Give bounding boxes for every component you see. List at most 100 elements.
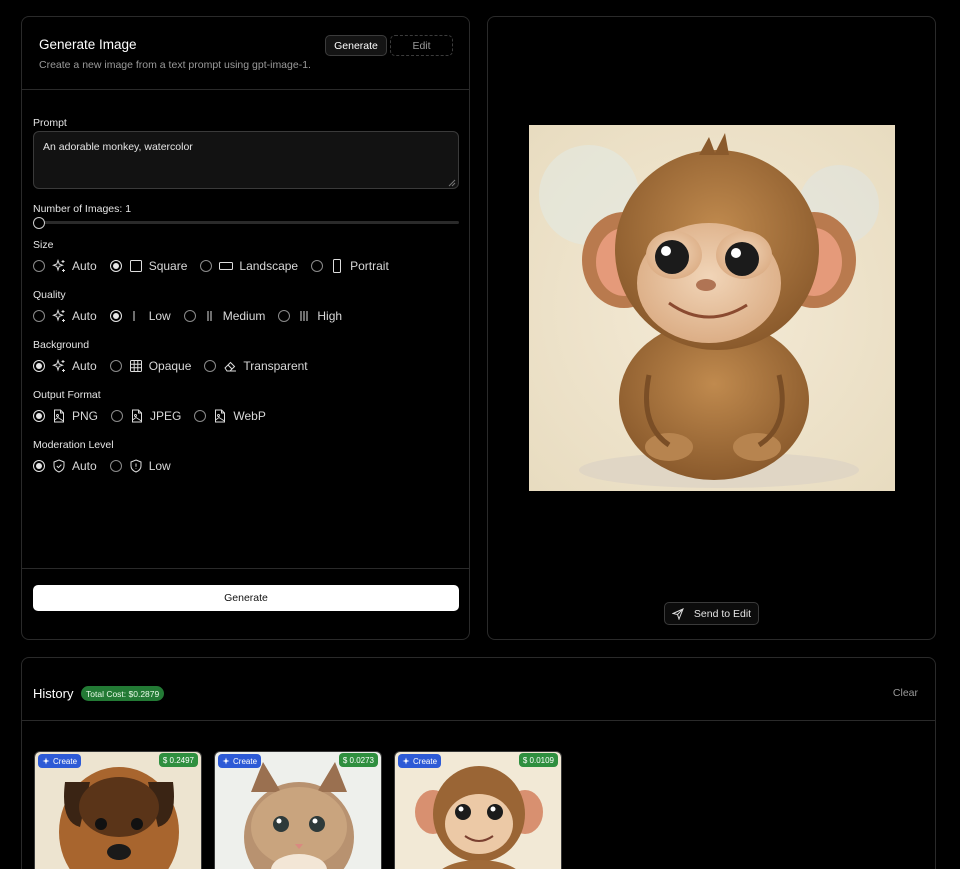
moderation-options: Auto Low — [33, 459, 184, 473]
quality-option-auto[interactable]: Auto — [33, 309, 97, 323]
send-to-edit-button[interactable]: Send to Edit — [664, 602, 759, 625]
cost-tag: $ 0.2497 — [158, 753, 198, 767]
option-label: High — [317, 309, 343, 323]
moderation-option-low[interactable]: Low — [109, 459, 171, 473]
generated-monkey-image — [529, 125, 895, 491]
output-format-options: PNG JPEG WebP — [33, 409, 279, 423]
option-label: WebP — [233, 409, 266, 423]
option-label: Opaque — [148, 359, 192, 373]
num-images-slider-thumb[interactable] — [33, 217, 45, 229]
background-label: Background — [33, 339, 90, 351]
total-cost-badge: Total Cost: $0.2879 — [81, 686, 165, 701]
cost-tag: $ 0.0109 — [518, 753, 558, 767]
history-item-monkey[interactable]: Create $ 0.0109 — [394, 751, 562, 869]
generate-button[interactable]: Generate — [33, 585, 459, 611]
radio[interactable] — [204, 360, 217, 372]
format-option-png[interactable]: PNG — [33, 409, 98, 423]
option-label: Landscape — [239, 259, 299, 273]
option-label: Portrait — [350, 259, 389, 273]
prompt-label: Prompt — [33, 117, 67, 129]
history-item-puppy[interactable]: Create $ 0.2497 — [34, 751, 202, 869]
sparkles-icon — [402, 757, 410, 765]
radio[interactable] — [194, 410, 207, 422]
file-image-icon — [213, 409, 227, 423]
quality-option-low[interactable]: Low — [109, 309, 171, 323]
background-option-auto[interactable]: Auto — [33, 359, 97, 373]
create-tag-label: Create — [413, 756, 438, 766]
form-header: Generate Image Create a new image from a… — [22, 17, 469, 90]
size-option-square[interactable]: Square — [109, 259, 187, 273]
moderation-label: Moderation Level — [33, 439, 114, 451]
option-label: Transparent — [243, 359, 308, 373]
form-subtitle: Create a new image from a text prompt us… — [39, 59, 311, 71]
history-item-kitten[interactable]: Create $ 0.0273 — [214, 751, 382, 869]
radio[interactable] — [109, 260, 122, 272]
radio[interactable] — [311, 260, 324, 272]
prompt-input[interactable] — [33, 131, 459, 189]
three-bars-icon — [297, 309, 311, 323]
size-option-auto[interactable]: Auto — [33, 259, 97, 273]
radio[interactable] — [33, 460, 45, 472]
grid-icon — [129, 359, 143, 373]
radio[interactable] — [109, 310, 122, 322]
quality-label: Quality — [33, 289, 66, 301]
history-panel: History Total Cost: $0.2879 Clear Create… — [21, 657, 936, 869]
history-header: History Total Cost: $0.2879 Clear — [22, 658, 935, 721]
mode-generate-button[interactable]: Generate — [325, 35, 387, 56]
option-label: Auto — [72, 459, 97, 473]
moderation-option-auto[interactable]: Auto — [33, 459, 97, 473]
file-image-icon — [130, 409, 144, 423]
create-tag: Create — [398, 754, 442, 768]
background-option-opaque[interactable]: Opaque — [109, 359, 192, 373]
eraser-icon — [223, 359, 237, 373]
square-icon — [129, 259, 143, 273]
num-images-label: Number of Images: 1 — [33, 203, 132, 215]
output-format-label: Output Format — [33, 389, 101, 401]
create-tag-label: Create — [53, 756, 78, 766]
size-option-portrait[interactable]: Portrait — [311, 259, 389, 273]
quality-options: Auto Low Medium High — [33, 309, 355, 323]
create-tag: Create — [38, 754, 82, 768]
background-option-transparent[interactable]: Transparent — [204, 359, 308, 373]
quality-option-high[interactable]: High — [278, 309, 342, 323]
radio[interactable] — [33, 310, 45, 322]
landscape-icon — [219, 259, 234, 273]
format-option-jpeg[interactable]: JPEG — [111, 409, 181, 423]
two-bars-icon — [203, 309, 217, 323]
size-option-landscape[interactable]: Landscape — [200, 259, 298, 273]
file-image-icon — [52, 409, 66, 423]
sparkles-icon — [52, 359, 66, 373]
num-images-slider-track[interactable] — [33, 221, 459, 224]
sparkles-icon — [52, 259, 66, 273]
option-label: Low — [148, 459, 171, 473]
radio[interactable] — [278, 310, 291, 322]
option-label: Low — [148, 309, 171, 323]
radio[interactable] — [33, 410, 45, 422]
create-tag: Create — [218, 754, 262, 768]
radio[interactable] — [183, 310, 196, 322]
mode-edit-button[interactable]: Edit — [390, 35, 453, 56]
sparkles-icon — [222, 757, 230, 765]
radio[interactable] — [33, 260, 45, 272]
size-label: Size — [33, 239, 54, 251]
radio[interactable] — [109, 460, 122, 472]
preview-panel: Send to Edit — [487, 16, 936, 640]
option-label: JPEG — [150, 409, 182, 423]
option-label: PNG — [72, 409, 99, 423]
format-option-webp[interactable]: WebP — [194, 409, 266, 423]
kitten-thumbnail — [215, 752, 381, 869]
radio[interactable] — [200, 260, 213, 272]
create-tag-label: Create — [233, 756, 258, 766]
quality-option-medium[interactable]: Medium — [183, 309, 265, 323]
resize-handle-icon[interactable] — [447, 178, 456, 187]
radio[interactable] — [109, 360, 122, 372]
puppy-thumbnail — [35, 752, 201, 869]
generate-form-panel: Generate Image Create a new image from a… — [21, 16, 470, 640]
radio[interactable] — [111, 410, 124, 422]
clear-history-button[interactable]: Clear — [893, 687, 918, 699]
sparkles-icon — [42, 757, 50, 765]
send-to-edit-label: Send to Edit — [693, 607, 752, 620]
radio[interactable] — [33, 360, 45, 372]
option-label: Auto — [72, 259, 97, 273]
size-options: Auto Square Landscape Portrait — [33, 259, 402, 273]
